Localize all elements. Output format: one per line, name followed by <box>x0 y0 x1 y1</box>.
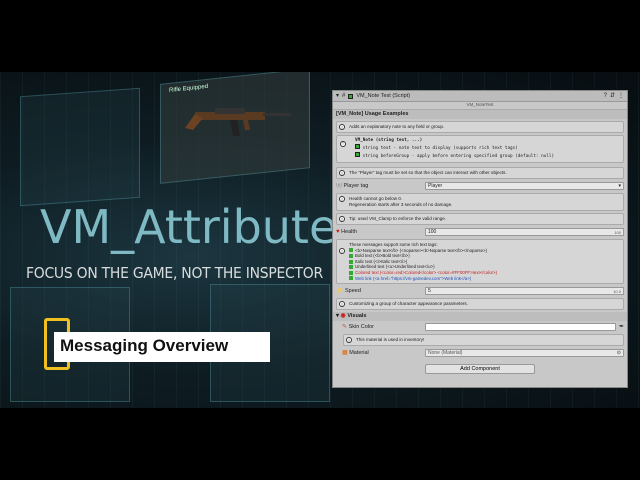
skin-color-field[interactable] <box>425 323 616 332</box>
rifle-icon <box>185 108 291 136</box>
heart-icon: ♥ <box>336 229 340 235</box>
help-text: This material is used in inventory! <box>356 337 425 343</box>
info-icon: ! <box>339 301 345 308</box>
player-tag-dropdown[interactable]: Player ▾ <box>425 182 624 190</box>
brush-icon: ✎ <box>342 324 348 331</box>
help-box: ! Customizing a group of character appea… <box>336 298 624 311</box>
speed-label: ⚡ Speed <box>336 288 361 295</box>
help-text: Adds an explanatory note to any field or… <box>349 124 445 129</box>
info-icon: ! <box>339 170 345 176</box>
material-field[interactable]: None (Material) ⊙ <box>425 349 624 358</box>
info-icon: ! <box>340 141 346 147</box>
speed-slider[interactable]: 5 10.0 <box>425 287 624 296</box>
help-text: Customizing a group of character appeara… <box>349 301 468 307</box>
inspector-panel: ▾ # VM_Note Test (Script) ? ⇵ ⋮ VM_NoteT… <box>332 90 628 388</box>
skin-color-row: ✎ Skin Color ✒ <box>336 322 624 332</box>
component-title: VM_Note Test (Script) <box>356 93 411 99</box>
foldout-arrow-icon[interactable]: ▾ <box>336 93 339 99</box>
health-label: ♥ Health <box>336 229 357 235</box>
foldout-arrow-icon: ▾ <box>336 313 340 320</box>
section-title: [VM_Note] Usage Examples <box>333 110 627 119</box>
signature-box: ! VM_Note (string text, ...) string text… <box>336 135 624 163</box>
player-tag-row: ⓘ Player tag Player ▾ <box>336 181 624 191</box>
help-icon[interactable]: ? <box>604 93 607 99</box>
more-options-icon[interactable]: ⋮ <box>618 93 624 99</box>
lightning-icon: ⚡ <box>336 288 344 295</box>
rich-line-link[interactable]: Web link (<a href="https://vm-gamedev.co… <box>349 276 620 282</box>
help-box: ! The "Player" tag must be set so that t… <box>336 167 624 179</box>
eye-icon: ◉ <box>340 313 346 320</box>
preset-icon[interactable]: ⇵ <box>610 93 615 99</box>
hero-title: VM_Attributes <box>40 200 362 254</box>
help-box: ! Health cannot go below 0. Regeneration… <box>336 193 624 211</box>
health-row: ♥ Health 100 100 <box>336 227 624 237</box>
messaging-overview-badge: Messaging Overview <box>44 318 270 442</box>
script-reference[interactable]: VM_NoteTest <box>333 102 627 110</box>
info-icon: ! <box>339 124 345 130</box>
info-icon: ! <box>339 216 345 222</box>
help-box: ! Tip: used VM_Clamp to enforce the vali… <box>336 213 624 225</box>
help-text: Regeneration starts after 3 seconds of n… <box>349 202 453 207</box>
component-header[interactable]: ▾ # VM_Note Test (Script) ? ⇵ ⋮ <box>333 91 627 102</box>
signature-line: string beforeGroup - apply before enteri… <box>355 152 620 160</box>
rich-text-box: ! These messages support some rich text … <box>336 239 624 285</box>
info-icon: ! <box>346 337 352 344</box>
info-icon: ⓘ <box>336 183 343 189</box>
help-box: ! This material is used in inventory! <box>343 334 624 347</box>
chevron-down-icon: ▾ <box>618 183 621 189</box>
info-icon: ! <box>339 248 345 254</box>
help-text: The "Player" tag must be set so that the… <box>349 170 507 175</box>
help-box: ! Adds an explanatory note to any field … <box>336 121 624 133</box>
hero-tagline: FOCUS ON THE GAME, NOT THE INSPECTOR <box>26 264 323 282</box>
player-tag-label: ⓘ Player tag <box>336 183 369 189</box>
speed-row: ⚡ Speed 5 10.0 <box>336 286 624 296</box>
grid-icon: ▦ <box>342 350 348 357</box>
info-icon: ! <box>339 196 345 202</box>
add-component-button[interactable]: Add Component <box>425 364 535 375</box>
health-slider[interactable]: 100 100 <box>425 228 624 236</box>
signature-line: string text - note text to display (supp… <box>355 144 620 152</box>
component-enabled-checkbox[interactable] <box>348 93 354 99</box>
script-icon: # <box>342 93 346 99</box>
skin-color-label: ✎ Skin Color <box>342 324 374 331</box>
target-icon[interactable]: ⊙ <box>617 350 621 357</box>
eyedropper-icon[interactable]: ✒ <box>619 324 624 330</box>
material-row: ▦ Material None (Material) ⊙ <box>336 348 624 358</box>
help-text: Tip: used VM_Clamp to enforce the valid … <box>349 216 447 221</box>
background-panel <box>20 87 140 207</box>
material-label: ▦ Material <box>342 350 369 357</box>
badge-label: Messaging Overview <box>60 336 229 355</box>
visuals-foldout[interactable]: ▾ ◉ Visuals <box>333 312 627 322</box>
weapon-card-title: Rifle Equipped <box>169 83 209 94</box>
